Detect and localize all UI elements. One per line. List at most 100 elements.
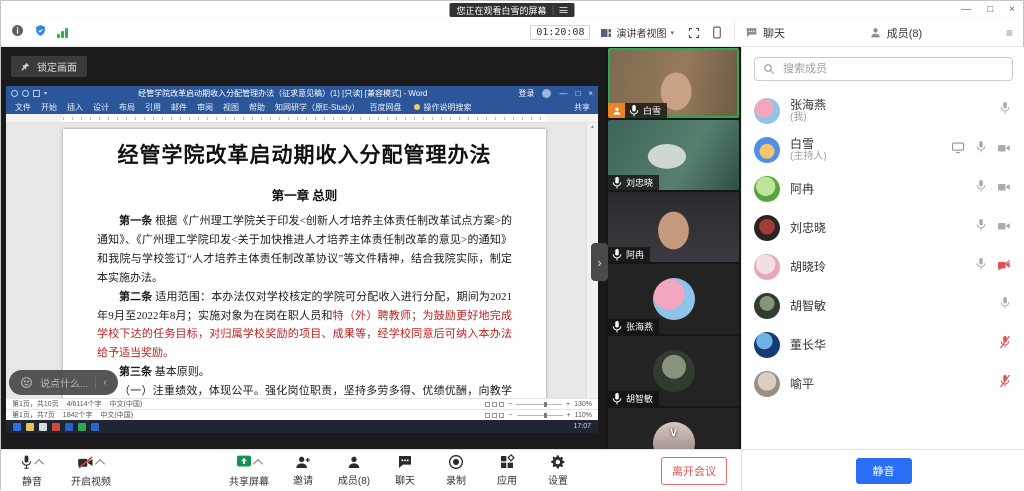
member-row-喻平[interactable]: 喻平 <box>742 364 1024 403</box>
mic-status-icon[interactable] <box>975 179 987 198</box>
pin-screen-button[interactable]: 锁定画面 <box>11 56 87 77</box>
mute-button[interactable]: 静音 <box>15 454 49 488</box>
ribbon-tab-10[interactable]: 帮助 <box>244 102 270 113</box>
zoom-in-icon[interactable]: + <box>567 412 571 419</box>
taskbar-app-netdisk-icon[interactable] <box>52 423 60 431</box>
meeting-info-icon[interactable] <box>11 24 24 42</box>
video-tile-阿冉[interactable]: 阿冉 <box>608 192 739 262</box>
video-tile-白雪[interactable]: 白雪 <box>608 48 739 118</box>
word-quick-access-toolbar[interactable]: ▾ <box>11 90 47 97</box>
view-switch-icons[interactable] <box>485 402 504 407</box>
screen-status-icon[interactable] <box>951 141 965 159</box>
security-shield-icon[interactable] <box>34 24 47 42</box>
mic-status-icon[interactable] <box>999 101 1011 120</box>
ribbon-tab-5[interactable]: 布局 <box>114 102 140 113</box>
tab-members[interactable]: 成员(8) <box>869 25 922 41</box>
word-restore-button[interactable]: □ <box>575 89 580 98</box>
zoom-slider[interactable] <box>517 415 563 416</box>
members-button[interactable]: 成员(8) <box>337 454 371 487</box>
share-options-caret[interactable] <box>253 458 263 468</box>
view-switch-icons[interactable] <box>485 413 504 418</box>
taskbar-app-wechat-icon[interactable] <box>78 423 86 431</box>
micoff-status-icon[interactable] <box>999 374 1011 393</box>
banner-menu-icon[interactable] <box>560 7 568 13</box>
chat-button[interactable]: 聊天 <box>388 454 422 487</box>
video-tile-刘忠晓[interactable]: 刘忠晓 <box>608 120 739 190</box>
mic-status-icon[interactable] <box>975 140 987 159</box>
camoff-status-icon[interactable] <box>997 258 1011 276</box>
member-row-胡晓玲[interactable]: 胡晓玲 <box>742 247 1024 286</box>
cam-status-icon[interactable] <box>997 180 1011 198</box>
expand-more-icon[interactable]: ∨ <box>669 424 679 440</box>
word-account-avatar[interactable] <box>542 89 551 98</box>
device-switch-icon[interactable] <box>712 26 722 39</box>
ribbon-tab-12[interactable]: 百度网盘 <box>364 102 406 113</box>
video-tile[interactable]: ∨ <box>608 408 739 449</box>
zoom-slider[interactable] <box>516 404 562 405</box>
taskbar-app-files-icon[interactable] <box>39 423 47 431</box>
status-wordcount[interactable]: 4/6114个字 <box>67 399 102 409</box>
word-close-button[interactable]: × <box>588 89 593 98</box>
collapse-bubble-icon[interactable]: ‹ <box>103 377 106 388</box>
zoom-in-icon[interactable]: + <box>566 401 570 408</box>
mic-status-icon[interactable] <box>999 296 1011 315</box>
cam-status-icon[interactable] <box>997 219 1011 237</box>
taskbar-app-explorer-icon[interactable] <box>26 423 34 431</box>
maximize-button[interactable]: □ <box>987 5 993 15</box>
cam-status-icon[interactable] <box>997 141 1011 159</box>
member-row-白雪[interactable]: 白雪(主持人) <box>742 130 1024 169</box>
member-search-input[interactable] <box>781 62 1004 76</box>
record-button[interactable]: 录制 <box>439 454 473 487</box>
video-options-caret[interactable] <box>95 458 105 468</box>
start-video-button[interactable]: 开启视频 <box>71 454 111 488</box>
tellme-search[interactable]: 操作说明搜索 <box>414 102 471 113</box>
view-mode-dropdown[interactable]: 演讲者视图 ▾ <box>600 25 674 40</box>
video-tile-胡智敏[interactable]: 胡智敏 <box>608 336 739 406</box>
mic-status-icon[interactable] <box>975 218 987 237</box>
ribbon-tab-6[interactable]: 引用 <box>140 102 166 113</box>
word-signin-label[interactable]: 登录 <box>518 88 534 99</box>
member-row-胡智敏[interactable]: 胡智敏 <box>742 286 1024 325</box>
ribbon-tab-8[interactable]: 审阅 <box>192 102 218 113</box>
member-search-box[interactable] <box>754 57 1013 81</box>
ribbon-tab-3[interactable]: 插入 <box>62 102 88 113</box>
member-row-刘忠晓[interactable]: 刘忠晓 <box>742 208 1024 247</box>
share-screen-button[interactable]: 共享屏幕 <box>229 454 269 488</box>
ribbon-tab-2[interactable]: 开始 <box>36 102 62 113</box>
member-row-阿冉[interactable]: 阿冉 <box>742 169 1024 208</box>
member-row-董长华[interactable]: 董长华 <box>742 325 1024 364</box>
panel-menu-icon[interactable]: ≡ <box>1006 26 1023 40</box>
word-minimize-button[interactable]: — <box>559 89 567 98</box>
status-language[interactable]: 中文(中国) <box>110 399 143 409</box>
member-row-张海燕[interactable]: 张海燕(我) <box>742 91 1024 130</box>
zoom-out-icon[interactable]: − <box>508 412 512 419</box>
settings-button[interactable]: 设置 <box>541 454 575 487</box>
apps-button[interactable]: 应用 <box>490 454 524 487</box>
ribbon-tab-11[interactable]: 知网研学（原E-Study） <box>270 102 364 113</box>
ribbon-tab-4[interactable]: 设计 <box>88 102 114 113</box>
mic-status-icon[interactable] <box>975 257 987 276</box>
video-tile-张海燕[interactable]: 张海燕 <box>608 264 739 334</box>
micoff-status-icon[interactable] <box>999 335 1011 354</box>
taskbar-app-word-icon[interactable] <box>65 423 73 431</box>
ribbon-tab-7[interactable]: 邮件 <box>166 102 192 113</box>
quick-chat-bubble[interactable]: 说点什么... ‹ <box>9 370 118 395</box>
word-share-button[interactable]: 共享 <box>574 102 594 113</box>
ribbon-tab-9[interactable]: 视图 <box>218 102 244 113</box>
close-button[interactable]: × <box>1009 5 1015 15</box>
taskbar-app-qq-icon[interactable] <box>91 423 99 431</box>
leave-meeting-button[interactable]: 离开会议 <box>661 457 727 485</box>
document-page[interactable]: 经管学院改革启动期收入分配管理办法 第一章 总则 第一条 根据《广州理工学院关于… <box>63 129 546 398</box>
tab-chat[interactable]: 聊天 <box>735 25 785 41</box>
invite-button[interactable]: 邀请 <box>286 454 320 487</box>
zoom-out-icon[interactable]: − <box>508 401 512 408</box>
panel-mute-button[interactable]: 静音 <box>856 458 912 484</box>
video-panel-collapse-handle[interactable]: › <box>591 243 608 281</box>
minimize-button[interactable]: — <box>961 5 971 15</box>
status-wordcount[interactable]: 1842个字 <box>63 410 93 420</box>
fullscreen-icon[interactable] <box>688 27 700 39</box>
status-language[interactable]: 中文(中国) <box>100 410 133 420</box>
taskbar-app-start-icon[interactable] <box>13 423 21 431</box>
mute-options-caret[interactable] <box>34 458 44 468</box>
ribbon-tab-1[interactable]: 文件 <box>10 102 36 113</box>
